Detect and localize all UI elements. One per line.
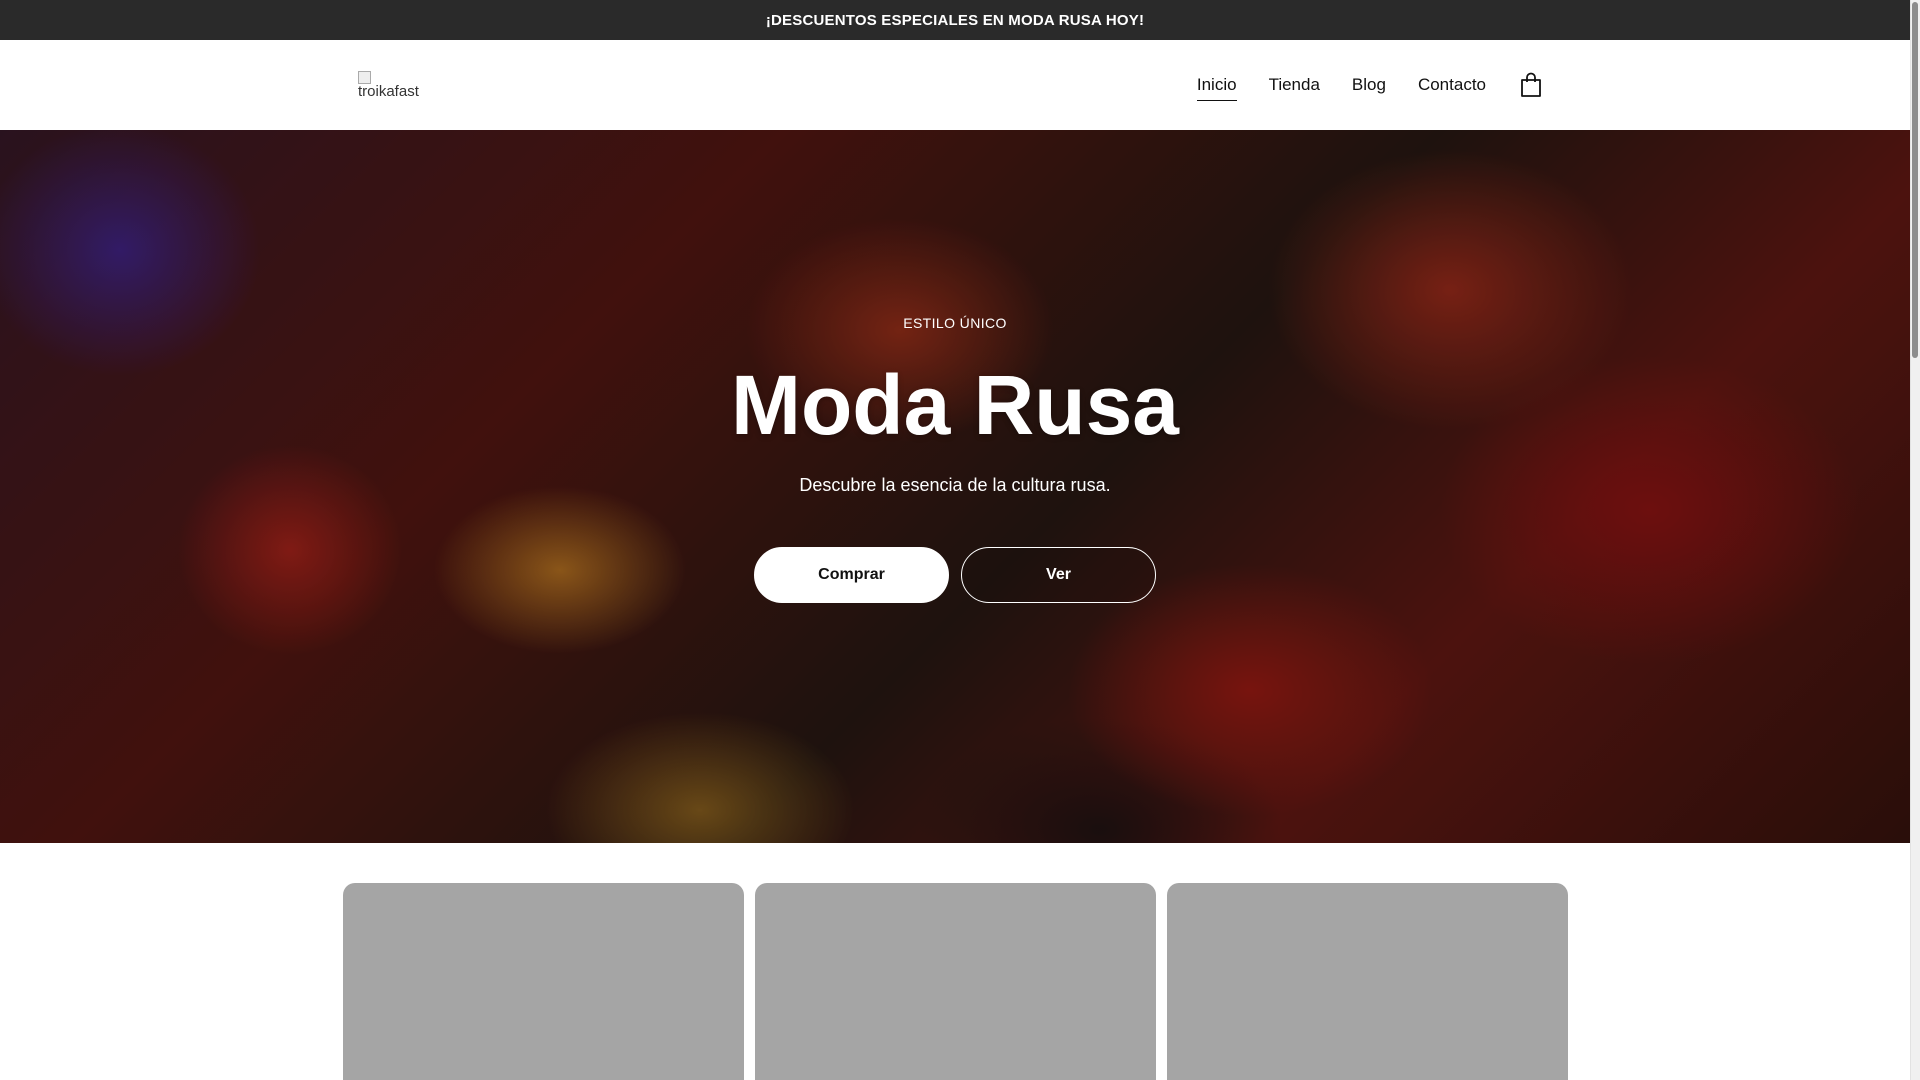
hero-content: ESTILO ÚNICO Moda Rusa Descubre la esenc… xyxy=(0,130,1910,843)
hero-title: Moda Rusa xyxy=(730,358,1180,452)
hero-banner: ESTILO ÚNICO Moda Rusa Descubre la esenc… xyxy=(0,130,1910,843)
product-card-3[interactable] xyxy=(1167,883,1568,1080)
nav-item-blog[interactable]: Blog xyxy=(1352,71,1386,99)
main-nav: Inicio Tienda Blog Contacto xyxy=(1165,40,1542,130)
product-card-1[interactable] xyxy=(343,883,744,1080)
hero-buttons: Comprar Ver xyxy=(0,547,1910,603)
announcement-text: ¡DESCUENTOS ESPECIALES EN MODA RUSA HOY! xyxy=(765,11,1145,29)
nav-item-contacto[interactable]: Contacto xyxy=(1418,71,1486,99)
logo[interactable]: troikafast xyxy=(358,71,424,99)
shopping-bag-icon[interactable] xyxy=(1520,72,1542,98)
ver-button[interactable]: Ver xyxy=(961,547,1156,603)
hero-eyebrow: ESTILO ÚNICO xyxy=(903,315,1007,331)
scrollbar-thumb[interactable] xyxy=(1912,2,1918,358)
product-card-2[interactable] xyxy=(755,883,1156,1080)
nav-item-tienda[interactable]: Tienda xyxy=(1269,71,1320,99)
nav-item-inicio[interactable]: Inicio xyxy=(1196,71,1237,101)
logo-alt-text: troikafast xyxy=(358,83,419,99)
hero-subtitle: Descubre la esencia de la cultura rusa. xyxy=(799,475,1111,495)
page: ¡DESCUENTOS ESPECIALES EN MODA RUSA HOY!… xyxy=(0,0,1920,1080)
page-scrollbar[interactable] xyxy=(1910,0,1920,1080)
comprar-button[interactable]: Comprar xyxy=(754,547,949,603)
announcement-bar: ¡DESCUENTOS ESPECIALES EN MODA RUSA HOY! xyxy=(0,0,1910,40)
site-header: troikafast Inicio Tienda Blog Contacto xyxy=(0,40,1910,130)
